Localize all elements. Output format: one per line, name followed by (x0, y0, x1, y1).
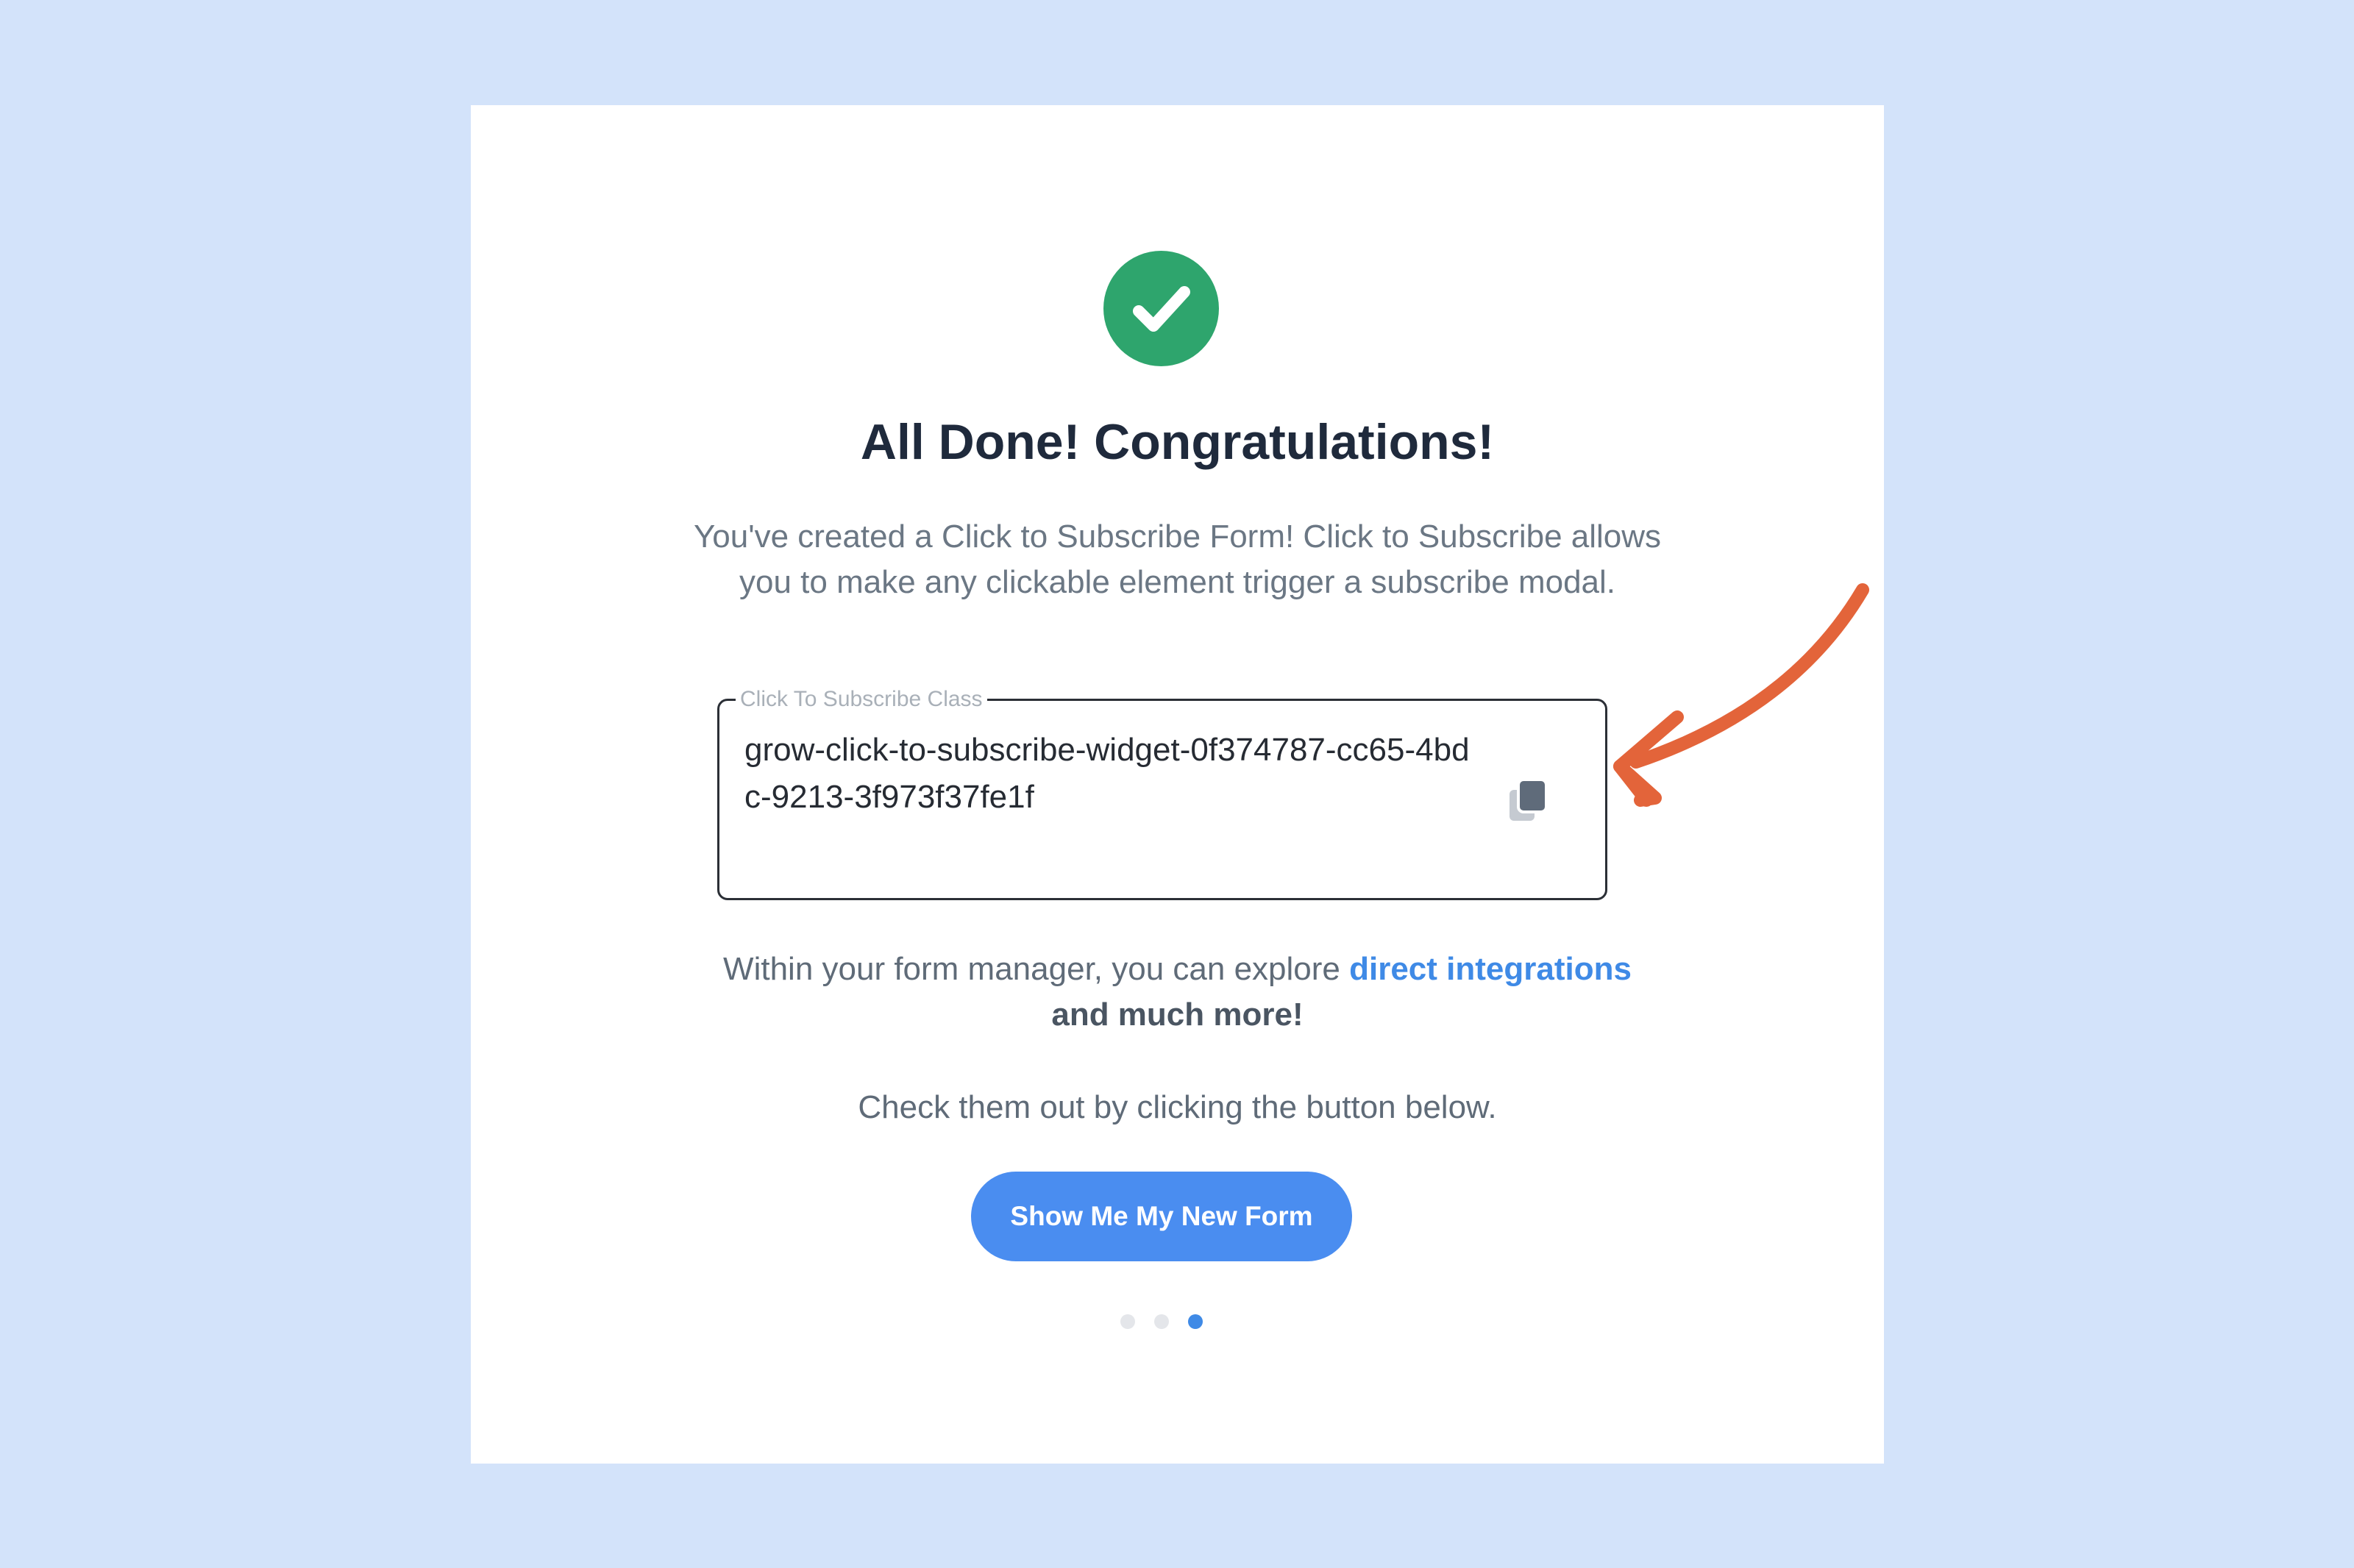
success-check-icon (1103, 251, 1219, 366)
pagination-dot-2[interactable] (1154, 1314, 1169, 1329)
check-them-out-text: Check them out by clicking the button be… (858, 1089, 1497, 1125)
explore-suffix: and much more! (1051, 997, 1304, 1033)
explore-prefix: Within your form manager, you can explor… (723, 951, 1350, 987)
annotation-arrow-icon (1613, 583, 1869, 807)
page-title: All Done! Congratulations! (860, 414, 1495, 470)
pagination-dots (1120, 1314, 1238, 1336)
click-to-subscribe-class-field[interactable]: Click To Subscribe Class grow-click-to-s… (717, 685, 1607, 900)
explore-text: Within your form manager, you can explor… (691, 947, 1663, 1038)
class-name-value[interactable]: grow-click-to-subscribe-widget-0f374787-… (744, 727, 1480, 821)
show-me-my-new-form-button[interactable]: Show Me My New Form (971, 1172, 1352, 1261)
field-label: Click To Subscribe Class (736, 685, 987, 714)
copy-icon[interactable] (1508, 778, 1549, 822)
direct-integrations-link[interactable]: direct integrations (1349, 951, 1632, 987)
pagination-dot-3-active[interactable] (1188, 1314, 1203, 1329)
description-text: You've created a Click to Subscribe Form… (693, 518, 1662, 600)
pagination-dot-1[interactable] (1120, 1314, 1135, 1329)
